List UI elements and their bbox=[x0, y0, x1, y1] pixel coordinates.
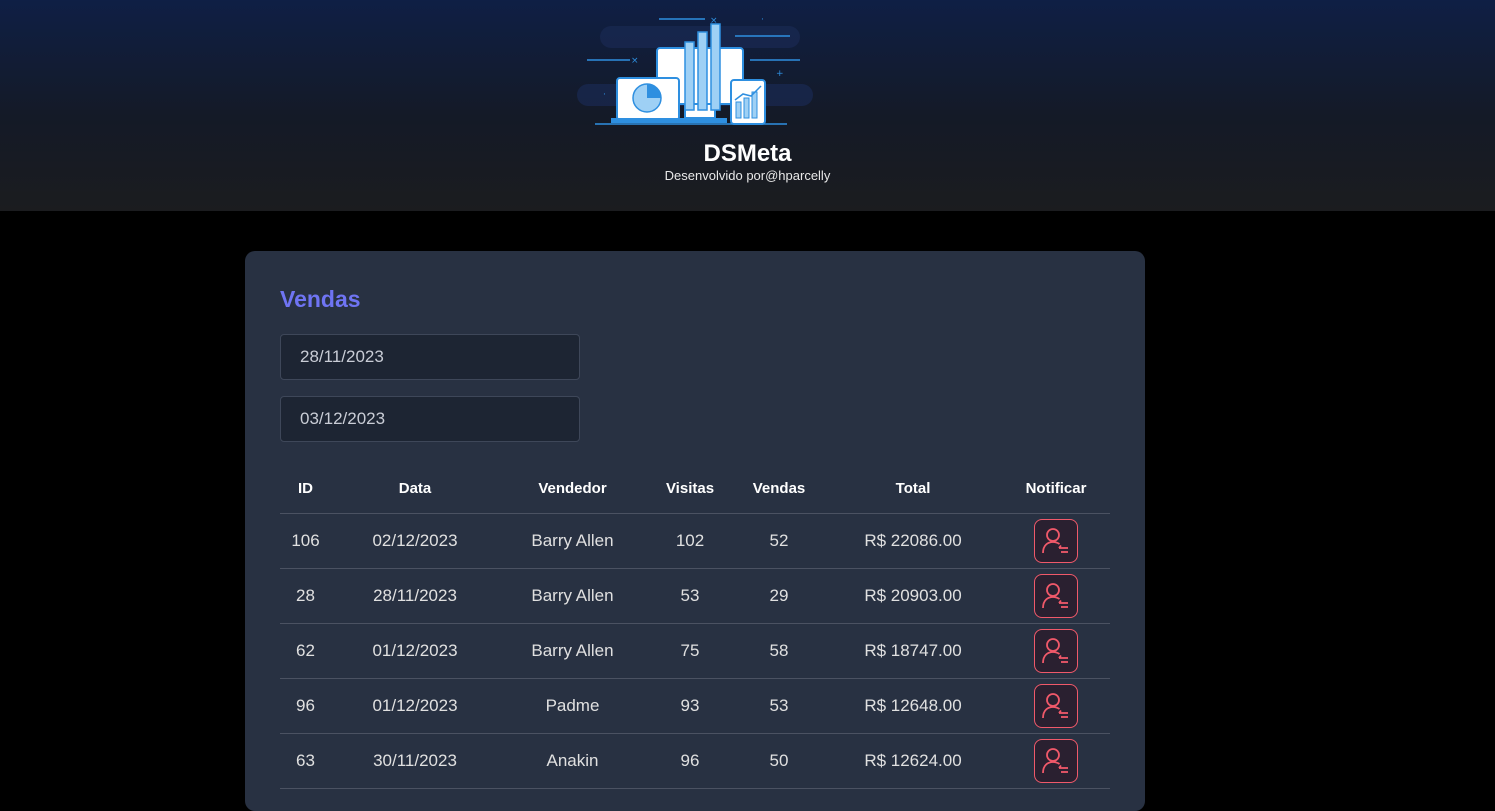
cell-notify bbox=[1002, 733, 1110, 789]
cell-visits: 96 bbox=[646, 733, 734, 789]
table-row: 62 01/12/2023 Barry Allen 75 58 R$ 18747… bbox=[280, 623, 1110, 679]
user-notify-icon bbox=[1042, 693, 1068, 719]
app-subtitle: Desenvolvido por@hparcelly bbox=[664, 168, 831, 183]
cell-deals: 53 bbox=[734, 678, 824, 734]
cell-seller: Padme bbox=[499, 678, 646, 734]
column-header-visits: Visitas bbox=[646, 464, 734, 514]
cell-date: 01/12/2023 bbox=[331, 623, 499, 679]
notify-button[interactable] bbox=[1034, 684, 1078, 728]
table-row: 96 01/12/2023 Padme 93 53 R$ 12648.00 bbox=[280, 678, 1110, 734]
sales-table: ID Data Vendedor Visitas Vendas Total No… bbox=[280, 464, 1110, 789]
cell-visits: 102 bbox=[646, 513, 734, 569]
cell-seller: Anakin bbox=[499, 733, 646, 789]
cell-total: R$ 20903.00 bbox=[824, 568, 1002, 624]
cell-deals: 58 bbox=[734, 623, 824, 679]
cell-seller: Barry Allen bbox=[499, 623, 646, 679]
cell-id: 96 bbox=[280, 678, 331, 734]
cell-total: R$ 12624.00 bbox=[824, 733, 1002, 789]
cell-total: R$ 18747.00 bbox=[824, 623, 1002, 679]
cell-visits: 53 bbox=[646, 568, 734, 624]
app-header: × × · + · DSMeta Desenvolvido por@hparce… bbox=[0, 0, 1495, 211]
user-notify-icon bbox=[1042, 748, 1068, 774]
cell-notify bbox=[1002, 568, 1110, 624]
user-notify-icon bbox=[1042, 583, 1068, 609]
table-row: 63 30/11/2023 Anakin 96 50 R$ 12624.00 bbox=[280, 733, 1110, 789]
user-notify-icon bbox=[1042, 528, 1068, 554]
cell-date: 28/11/2023 bbox=[331, 568, 499, 624]
cell-notify bbox=[1002, 513, 1110, 569]
cell-total: R$ 22086.00 bbox=[824, 513, 1002, 569]
cell-id: 106 bbox=[280, 513, 331, 569]
notify-button[interactable] bbox=[1034, 519, 1078, 563]
dashboard-logo-icon: × × · + · bbox=[577, 15, 813, 125]
column-header-date: Data bbox=[331, 464, 499, 514]
sales-title: Vendas bbox=[280, 286, 361, 312]
cell-date: 30/11/2023 bbox=[331, 733, 499, 789]
cell-seller: Barry Allen bbox=[499, 568, 646, 624]
column-header-notify: Notificar bbox=[1002, 464, 1110, 514]
cell-seller: Barry Allen bbox=[499, 513, 646, 569]
column-header-deals: Vendas bbox=[734, 464, 824, 514]
cell-deals: 50 bbox=[734, 733, 824, 789]
table-header-row: ID Data Vendedor Visitas Vendas Total No… bbox=[280, 464, 1110, 514]
cell-id: 63 bbox=[280, 733, 331, 789]
table-row: 106 02/12/2023 Barry Allen 102 52 R$ 220… bbox=[280, 513, 1110, 569]
cell-notify bbox=[1002, 623, 1110, 679]
cell-total: R$ 12648.00 bbox=[824, 678, 1002, 734]
svg-text:+: + bbox=[776, 69, 784, 79]
min-date-input[interactable] bbox=[280, 334, 580, 380]
app-title: DSMeta bbox=[703, 140, 792, 167]
cell-date: 01/12/2023 bbox=[331, 678, 499, 734]
svg-text:×: × bbox=[631, 56, 639, 66]
cell-visits: 75 bbox=[646, 623, 734, 679]
column-header-seller: Vendedor bbox=[499, 464, 646, 514]
cell-deals: 29 bbox=[734, 568, 824, 624]
column-header-id: ID bbox=[280, 464, 331, 514]
cell-id: 28 bbox=[280, 568, 331, 624]
max-date-input[interactable] bbox=[280, 396, 580, 442]
user-notify-icon bbox=[1042, 638, 1068, 664]
notify-button[interactable] bbox=[1034, 739, 1078, 783]
sales-card: Vendas ID Data Vendedor Visitas Vendas T… bbox=[245, 251, 1145, 811]
cell-visits: 93 bbox=[646, 678, 734, 734]
column-header-total: Total bbox=[824, 464, 1002, 514]
cell-date: 02/12/2023 bbox=[331, 513, 499, 569]
cell-notify bbox=[1002, 678, 1110, 734]
table-row: 28 28/11/2023 Barry Allen 53 29 R$ 20903… bbox=[280, 568, 1110, 624]
svg-text:·: · bbox=[761, 15, 764, 25]
notify-button[interactable] bbox=[1034, 574, 1078, 618]
cell-deals: 52 bbox=[734, 513, 824, 569]
cell-id: 62 bbox=[280, 623, 331, 679]
svg-text:·: · bbox=[603, 90, 606, 100]
notify-button[interactable] bbox=[1034, 629, 1078, 673]
